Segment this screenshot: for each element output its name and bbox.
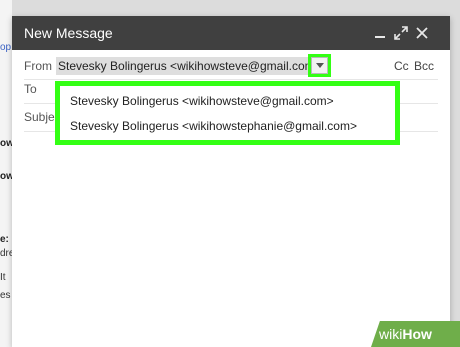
expand-icon[interactable] (391, 23, 411, 43)
from-dropdown-button[interactable] (308, 54, 331, 77)
to-label: To (24, 82, 37, 96)
compose-window: New Message From Stevesky Bolingerus <wi… (12, 16, 450, 347)
compose-title: New Message (24, 25, 113, 41)
from-field[interactable]: Stevesky Bolingerus <wikihowsteve@gmail.… (56, 57, 309, 75)
background-text-fragment: op (0, 42, 12, 53)
compose-header: New Message (12, 16, 450, 50)
divider (24, 79, 438, 80)
subject-label: Subje (24, 110, 55, 124)
from-option[interactable]: Stevesky Bolingerus <wikihowstephanie@gm… (60, 117, 395, 142)
from-dropdown-menu: Stevesky Bolingerus <wikihowsteve@gmail.… (55, 81, 400, 145)
minimize-icon[interactable] (370, 23, 390, 43)
background-text-fragment: es (0, 290, 11, 301)
wikihow-watermark: wikiHow (371, 321, 460, 347)
watermark-text: How (402, 326, 432, 342)
from-option[interactable]: Stevesky Bolingerus <wikihowsteve@gmail.… (60, 92, 395, 117)
background-text-fragment: It (0, 272, 6, 283)
chevron-down-icon (315, 63, 324, 68)
background-text-fragment: e: (0, 234, 9, 245)
watermark-text: wiki (379, 326, 403, 342)
cc-bcc-link[interactable]: Cc Bcc (394, 59, 434, 73)
close-icon[interactable] (412, 23, 432, 43)
from-label: From (24, 59, 52, 73)
